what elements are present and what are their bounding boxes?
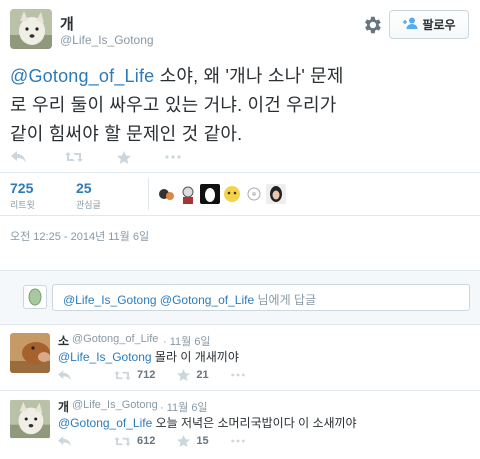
- retweeter-avatar[interactable]: [266, 184, 286, 204]
- reply-favorite-count: 21: [196, 369, 209, 381]
- reply-mention[interactable]: @Gotong_of_Life: [58, 416, 152, 430]
- retweeter-avatar[interactable]: [244, 184, 264, 204]
- favorite-label: 관심글: [76, 200, 101, 210]
- retweet-icon: [114, 370, 131, 380]
- user-avatar: [23, 285, 47, 309]
- tweet-text: @Gotong_of_Life 소야, 왜 '개나 소나' 문제 로 우리 둘이…: [10, 62, 472, 149]
- tweet-mention[interactable]: @Gotong_of_Life: [10, 66, 154, 86]
- reply-tweet: 소 @Gotong_of_Life · 11월 6일 @Life_Is_Goto…: [0, 326, 480, 391]
- tweet-text-line3: 같이 힘써야 할 문제인 것 같아.: [10, 124, 243, 144]
- favorite-icon: [177, 369, 191, 381]
- main-tweet: 개 @Life_Is_Gotong 팔로우 @Gotong_of_Life 소야…: [0, 0, 480, 270]
- reply-author-handle[interactable]: @Gotong_of_Life: [72, 333, 158, 345]
- retweeter-avatars: [156, 184, 286, 204]
- reply-input[interactable]: @Life_Is_Gotong @Gotong_of_Life 님에게 답글: [52, 284, 470, 311]
- retweet-icon: [114, 436, 131, 446]
- favorite-icon: [177, 435, 191, 447]
- favorite-button[interactable]: 21: [177, 369, 209, 381]
- reply-icon[interactable]: [11, 150, 27, 164]
- tweet-timestamp: 오전 12:25 - 2014년 11월 6일: [10, 231, 150, 243]
- divider: [0, 215, 480, 216]
- reply-favorite-count: 15: [196, 435, 209, 447]
- reply-body: 오늘 저녁은 소머리국밥이다 이 소새끼야: [152, 416, 357, 430]
- retweet-button[interactable]: 712: [114, 369, 155, 381]
- retweeter-avatar[interactable]: [156, 184, 176, 204]
- follow-button-label: 팔로우: [422, 18, 456, 32]
- reply-composer: @Life_Is_Gotong @Gotong_of_Life 님에게 답글: [0, 270, 480, 325]
- tweet-text-line2: 로 우리 둘이 싸우고 있는 거냐. 이건 우리가: [10, 95, 337, 115]
- reply-author-name[interactable]: 개: [58, 398, 69, 415]
- author-avatar[interactable]: [10, 9, 52, 49]
- retweet-button[interactable]: 612: [114, 435, 155, 447]
- gear-icon[interactable]: [361, 14, 383, 36]
- reply-tweet: 개 @Life_Is_Gotong · 11월 6일 @Gotong_of_Li…: [0, 392, 480, 457]
- reply-icon[interactable]: [58, 435, 72, 447]
- reply-author-avatar[interactable]: [10, 333, 50, 373]
- favorite-count: 25: [76, 180, 92, 196]
- reply-retweet-count: 612: [137, 435, 156, 447]
- reply-input-mentions: @Life_Is_Gotong @Gotong_of_Life: [63, 293, 255, 307]
- retweeter-avatar[interactable]: [200, 184, 220, 204]
- reply-text: @Gotong_of_Life 오늘 저녁은 소머리국밥이다 이 소새끼야: [58, 414, 357, 431]
- favorite-button[interactable]: 15: [177, 435, 209, 447]
- more-icon[interactable]: [165, 150, 181, 164]
- retweet-label: 리트윗: [10, 200, 35, 210]
- author-name[interactable]: 개: [60, 13, 74, 34]
- reply-body: 몰라 이 개새끼야: [151, 350, 239, 364]
- reply-text: @Life_Is_Gotong 몰라 이 개새끼야: [58, 348, 239, 365]
- reply-author-name[interactable]: 소: [58, 332, 69, 349]
- favorite-icon[interactable]: [117, 150, 131, 164]
- reply-retweet-count: 712: [137, 369, 156, 381]
- reply-date[interactable]: · 11월 6일: [160, 399, 208, 415]
- follow-button[interactable]: 팔로우: [389, 10, 469, 39]
- reply-author-avatar[interactable]: [10, 399, 50, 439]
- reply-icon[interactable]: [58, 369, 72, 381]
- reply-input-suffix: 님에게 답글: [254, 293, 317, 307]
- reply-actions: 712 21: [58, 369, 267, 381]
- reply-date[interactable]: · 11월 6일: [163, 333, 211, 349]
- retweeter-avatar[interactable]: [222, 184, 242, 204]
- reply-actions: 612 15: [58, 435, 267, 447]
- author-handle[interactable]: @Life_Is_Gotong: [60, 33, 154, 47]
- reply-mention[interactable]: @Life_Is_Gotong: [58, 350, 152, 364]
- retweet-count: 725: [10, 180, 34, 196]
- retweet-icon[interactable]: [65, 150, 83, 164]
- reply-author-handle[interactable]: @Life_Is_Gotong: [72, 399, 158, 411]
- retweet-stat[interactable]: 725 리트윗: [10, 180, 35, 211]
- more-icon[interactable]: [230, 439, 245, 443]
- divider: [148, 178, 149, 210]
- retweeter-avatar[interactable]: [178, 184, 198, 204]
- more-icon[interactable]: [230, 373, 245, 377]
- favorite-stat[interactable]: 25 관심글: [76, 180, 101, 211]
- tweet-actions: [11, 150, 205, 164]
- add-user-icon: [402, 17, 418, 32]
- tweet-text-line1: 소야, 왜 '개나 소나' 문제: [154, 66, 344, 86]
